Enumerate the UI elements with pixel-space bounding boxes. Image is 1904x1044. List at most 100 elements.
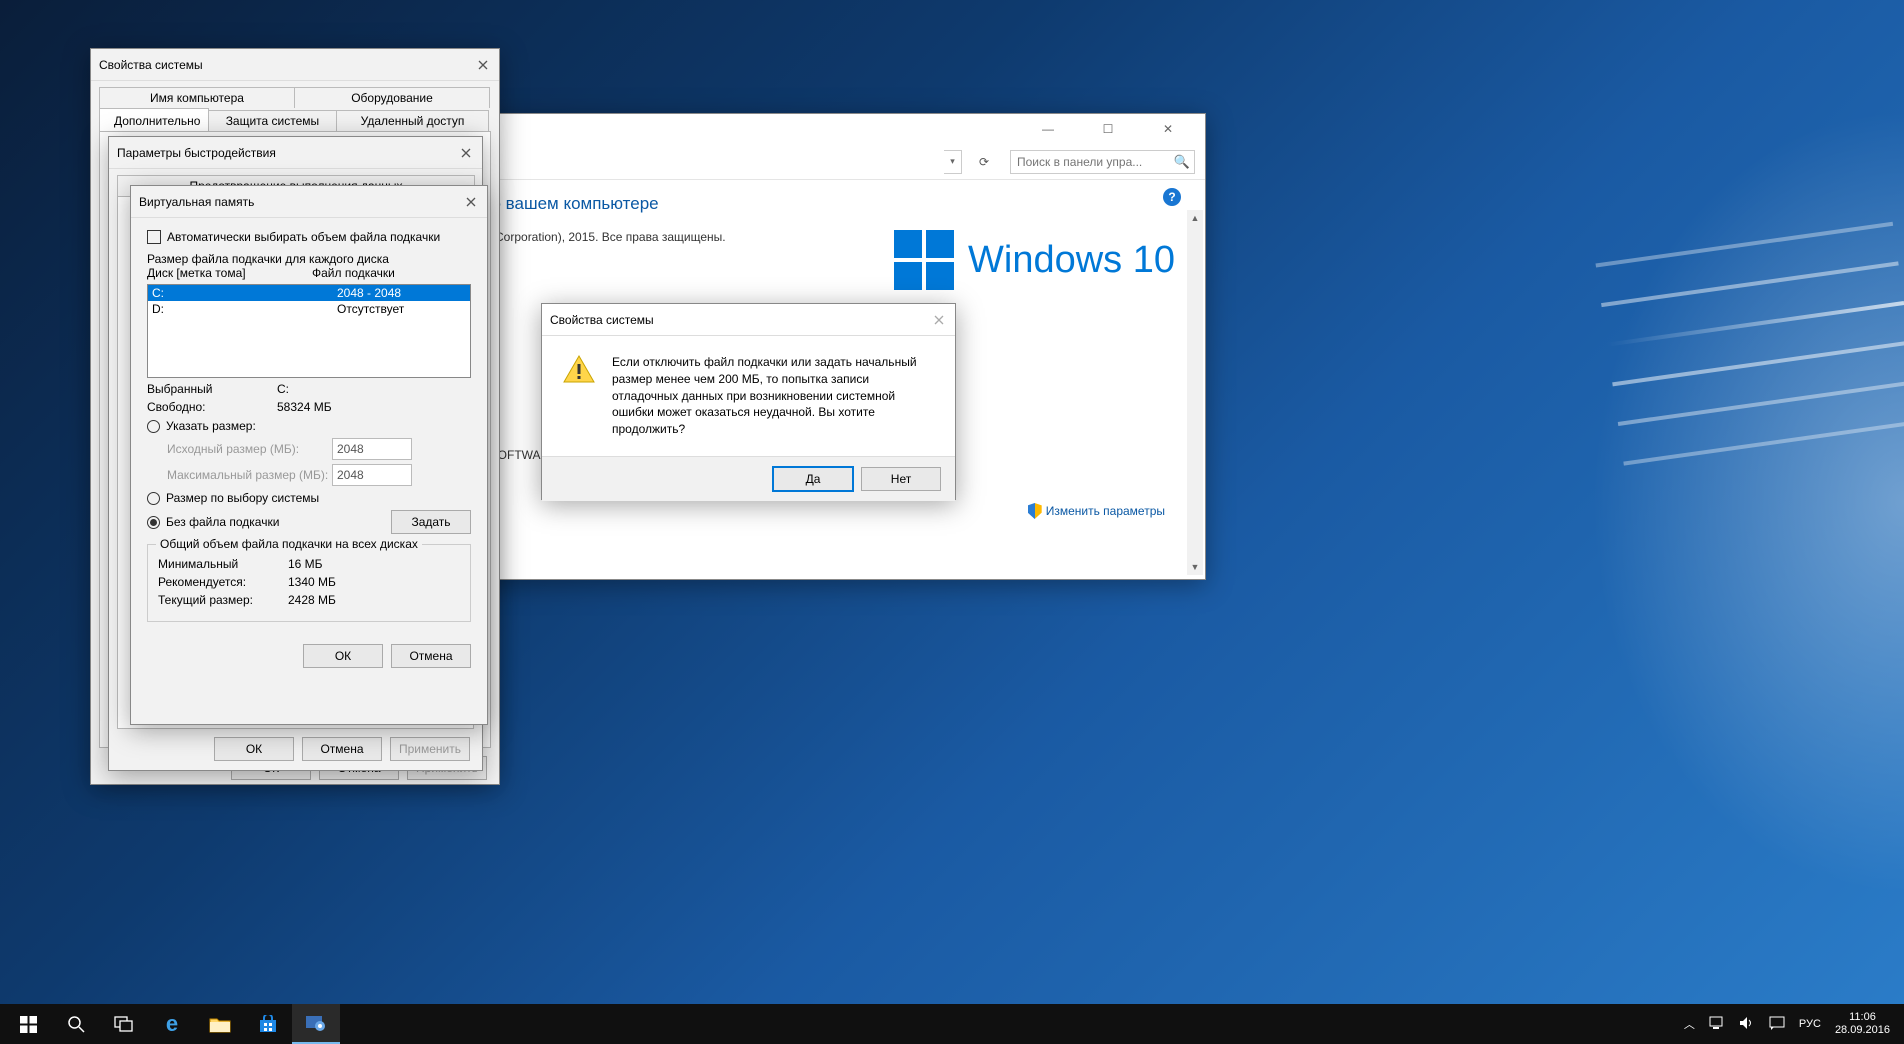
tray-chevron-up-icon[interactable]: ︿	[1684, 1016, 1695, 1032]
virtual-memory-window: Виртуальная память Автоматически выбират…	[130, 185, 488, 725]
selected-drive-label: Выбранный	[147, 382, 277, 396]
drive-list[interactable]: C: 2048 - 2048 D: Отсутствует	[147, 284, 471, 378]
min-label: Минимальный	[158, 557, 288, 571]
perf-titlebar[interactable]: Параметры быстродействия	[109, 137, 482, 169]
clock[interactable]: 11:06 28.09.2016	[1835, 1011, 1890, 1037]
recommended-label: Рекомендуется:	[158, 575, 288, 589]
sys-tabs: Имя компьютера Оборудование Дополнительн…	[99, 85, 491, 131]
edge-icon[interactable]: e	[148, 1004, 196, 1044]
maximize-button[interactable]: ☐	[1085, 114, 1131, 144]
taskbar[interactable]: e ︿ РУС 11:06 28.09.2016	[0, 1004, 1904, 1044]
refresh-icon[interactable]: ⟳	[972, 150, 996, 174]
radio-none-label: Без файла подкачки	[166, 515, 279, 529]
close-icon[interactable]	[458, 145, 474, 161]
dialog-body: Если отключить файл подкачки или задать …	[542, 336, 955, 456]
max-size-input[interactable]	[332, 464, 412, 486]
drive-row[interactable]: C: 2048 - 2048	[148, 285, 470, 301]
sys-titlebar[interactable]: Свойства системы	[91, 49, 499, 81]
group-legend: Общий объем файла подкачки на всех диска…	[156, 537, 422, 551]
network-icon[interactable]	[1709, 1016, 1725, 1033]
windows-10-logo-block: Windows 10	[894, 230, 1175, 290]
radio-icon	[147, 516, 160, 529]
radio-icon	[147, 420, 160, 433]
dialog-text: Если отключить файл подкачки или задать …	[612, 354, 935, 438]
close-icon[interactable]	[463, 194, 479, 210]
cancel-button[interactable]: Отмена	[391, 644, 471, 668]
yes-button[interactable]: Да	[773, 467, 853, 491]
input-language[interactable]: РУС	[1799, 1018, 1821, 1030]
radio-custom-size[interactable]: Указать размер:	[147, 419, 471, 433]
window-title: Виртуальная память	[139, 195, 463, 209]
system-tray: ︿ РУС 11:06 28.09.2016	[1684, 1011, 1900, 1037]
no-button[interactable]: Нет	[861, 467, 941, 491]
vm-titlebar[interactable]: Виртуальная память	[131, 186, 487, 218]
taskbar-app-active[interactable]	[292, 1004, 340, 1044]
free-space-label: Свободно:	[147, 400, 277, 414]
change-settings-link[interactable]: Изменить параметры	[1028, 503, 1165, 519]
address-dropdown-icon[interactable]: ▾	[944, 150, 962, 174]
auto-manage-label: Автоматически выбирать объем файла подка…	[167, 230, 440, 244]
clock-date: 28.09.2016	[1835, 1024, 1890, 1037]
min-value: 16 МБ	[288, 557, 323, 571]
tab-computer-name[interactable]: Имя компьютера	[99, 87, 295, 108]
drive-row[interactable]: D: Отсутствует	[148, 301, 470, 317]
max-size-label: Максимальный размер (МБ):	[167, 468, 332, 482]
tab-hardware[interactable]: Оборудование	[294, 87, 490, 108]
page-heading: дений о вашем компьютере	[439, 194, 1177, 214]
radio-custom-label: Указать размер:	[166, 419, 256, 433]
notifications-icon[interactable]	[1769, 1016, 1785, 1033]
dialog-title: Свойства системы	[550, 313, 931, 327]
change-settings-label: Изменить параметры	[1046, 504, 1165, 518]
close-button[interactable]: ✕	[1145, 114, 1191, 144]
minimize-button[interactable]: —	[1025, 114, 1071, 144]
window-title: Параметры быстродействия	[117, 146, 458, 160]
apply-button[interactable]: Применить	[390, 737, 470, 761]
initial-size-label: Исходный размер (МБ):	[167, 442, 332, 456]
search-icon[interactable]	[52, 1004, 100, 1044]
total-pagefile-group: Общий объем файла подкачки на всех диска…	[147, 544, 471, 622]
close-icon[interactable]	[475, 57, 491, 73]
per-drive-label: Размер файла подкачки для каждого диска	[147, 252, 471, 266]
volume-icon[interactable]	[1739, 1016, 1755, 1033]
file-explorer-icon[interactable]	[196, 1004, 244, 1044]
scrollbar-vertical[interactable]: ▲▼	[1187, 210, 1203, 575]
selected-drive-value: C:	[277, 382, 289, 396]
cancel-button[interactable]: Отмена	[302, 737, 382, 761]
ok-button[interactable]: ОК	[214, 737, 294, 761]
search-icon[interactable]: 🔍	[1174, 154, 1190, 170]
vm-body: Автоматически выбирать объем файла подка…	[131, 218, 487, 634]
windows-10-text: Windows 10	[968, 239, 1175, 282]
drive-pagefile: Отсутствует	[337, 302, 404, 316]
perf-button-row: ОК Отмена Применить	[109, 737, 482, 771]
radio-icon	[147, 492, 160, 505]
drive-name: C:	[152, 286, 337, 300]
start-button[interactable]	[4, 1004, 52, 1044]
shield-icon	[1028, 503, 1042, 519]
task-view-icon[interactable]	[100, 1004, 148, 1044]
store-icon[interactable]	[244, 1004, 292, 1044]
tab-advanced[interactable]: Дополнительно	[99, 108, 209, 131]
clock-time: 11:06	[1835, 1011, 1890, 1024]
drive-pagefile: 2048 - 2048	[337, 286, 401, 300]
ok-button[interactable]: ОК	[303, 644, 383, 668]
radio-system-managed[interactable]: Размер по выбору системы	[147, 491, 471, 505]
tab-remote[interactable]: Удаленный доступ	[336, 110, 489, 131]
radio-no-pagefile[interactable]: Без файла подкачки	[147, 515, 279, 529]
initial-size-input[interactable]	[332, 438, 412, 460]
col-drive-header: Диск [метка тома]	[147, 266, 312, 280]
current-value: 2428 МБ	[288, 593, 336, 607]
col-file-header: Файл подкачки	[312, 266, 395, 280]
free-space-value: 58324 МБ	[277, 400, 332, 414]
recommended-value: 1340 МБ	[288, 575, 336, 589]
help-icon[interactable]: ?	[1163, 188, 1181, 206]
close-icon[interactable]	[931, 312, 947, 328]
set-button[interactable]: Задать	[391, 510, 471, 534]
msg-titlebar[interactable]: Свойства системы	[542, 304, 955, 336]
search-input[interactable]	[1010, 150, 1195, 174]
windows-logo-icon	[894, 230, 954, 290]
current-label: Текущий размер:	[158, 593, 288, 607]
radio-system-label: Размер по выбору системы	[166, 491, 319, 505]
confirmation-dialog: Свойства системы Если отключить файл под…	[541, 303, 956, 500]
auto-manage-checkbox[interactable]: Автоматически выбирать объем файла подка…	[147, 230, 471, 244]
tab-protection[interactable]: Защита системы	[208, 110, 337, 131]
